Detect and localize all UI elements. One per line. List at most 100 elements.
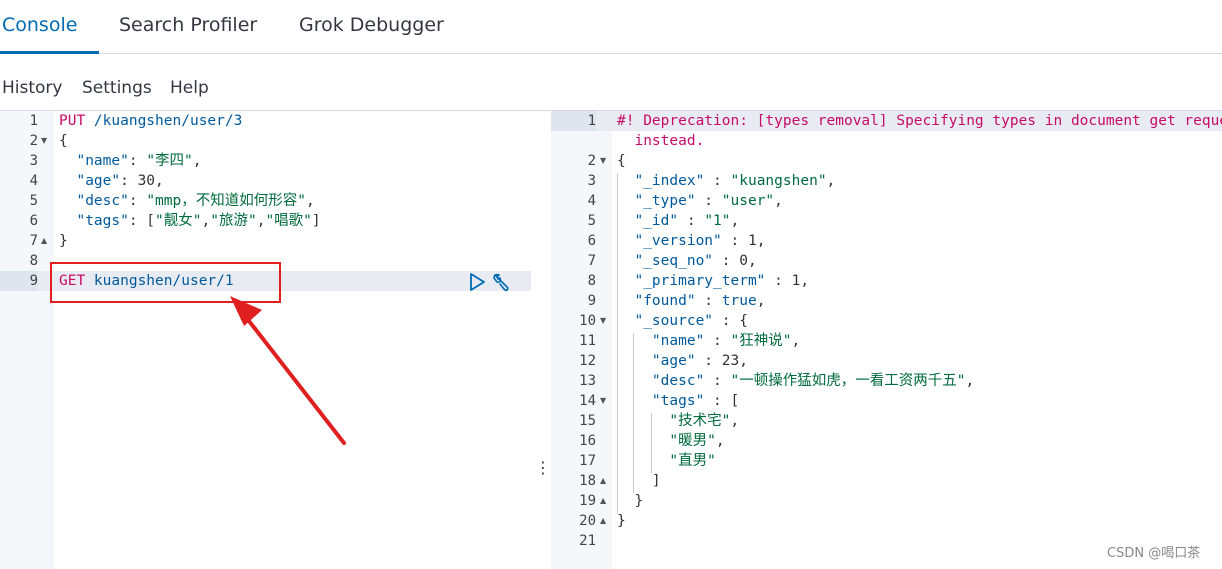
editor-line[interactable]: 7 "_seq_no" : 0,: [551, 251, 1222, 271]
code-token: :: [713, 253, 740, 269]
line-number: 6: [29, 213, 38, 229]
fold-caret-up-icon[interactable]: ▲: [41, 231, 47, 251]
run-request-play-icon[interactable]: [467, 272, 487, 292]
fold-caret-down-icon[interactable]: ▼: [600, 391, 606, 411]
editor-line[interactable]: 2 ▼ {: [551, 151, 1222, 171]
editor-line[interactable]: 14 ▼ "tags" : [: [551, 391, 1222, 411]
line-number: 15: [579, 413, 596, 429]
line-number: 3: [587, 173, 596, 189]
code-token: 30: [137, 173, 156, 189]
code-token: : {: [713, 313, 748, 329]
code-token: : [: [704, 393, 740, 409]
editor-line[interactable]: 5 "desc": "mmp，不知道如何形容",: [0, 191, 531, 211]
code-token: }: [617, 493, 644, 509]
fold-caret-down-icon[interactable]: ▼: [41, 131, 47, 151]
help-link[interactable]: Help: [170, 76, 209, 100]
history-link[interactable]: History: [2, 76, 62, 100]
editor-line[interactable]: 8 "_primary_term" : 1,: [551, 271, 1222, 291]
code-token: #! Deprecation: [types removal] Specifyi…: [617, 113, 1222, 129]
code-token: "_primary_term": [617, 273, 766, 289]
code-token: "desc": [617, 373, 705, 389]
fold-caret-up-icon[interactable]: ▲: [600, 511, 606, 531]
code-token: }: [59, 233, 68, 249]
response-editor[interactable]: 1 #! Deprecation: [types removal] Specify…: [551, 111, 1222, 569]
editor-line[interactable]: 1 #! Deprecation: [types removal] Specify…: [551, 111, 1222, 131]
code-token: "tags": [59, 213, 129, 229]
editor-line[interactable]: 3 "name": "李四",: [0, 151, 531, 171]
code-text: "暖男",: [617, 431, 724, 451]
line-number: 2: [29, 133, 38, 149]
editor-line[interactable]: 17 "直男": [551, 451, 1222, 471]
code-token: 23: [721, 353, 740, 369]
settings-link[interactable]: Settings: [82, 76, 152, 100]
tab-console[interactable]: Console: [2, 12, 77, 38]
code-token: true: [721, 293, 757, 309]
code-token: "_source": [617, 313, 714, 329]
code-token: :: [721, 233, 748, 249]
tab-search-profiler[interactable]: Search Profiler: [119, 12, 257, 38]
line-number: 2: [587, 153, 596, 169]
line-number: [551, 131, 596, 151]
code-token: ,: [155, 173, 164, 189]
editor-line[interactable]: 19 ▲ }: [551, 491, 1222, 511]
line-number: 14: [579, 393, 596, 409]
code-token: "狂神说": [730, 333, 792, 349]
editor-line[interactable]: instead.: [551, 131, 1222, 151]
editor-line[interactable]: 5 "_id" : "1",: [551, 211, 1222, 231]
editor-line[interactable]: 18 ▲ ]: [551, 471, 1222, 491]
code-token: "age": [59, 173, 121, 189]
code-token: "_id": [617, 213, 679, 229]
code-token: ,: [730, 413, 740, 429]
code-token: "李四": [146, 153, 193, 169]
line-number: 21: [579, 533, 596, 549]
line-number: 1: [29, 113, 38, 129]
fold-caret-down-icon[interactable]: ▼: [600, 311, 606, 331]
line-number: 17: [579, 453, 596, 469]
code-token: "_seq_no": [617, 253, 714, 269]
fold-caret-down-icon[interactable]: ▼: [600, 151, 606, 171]
editor-line[interactable]: 12 "age" : 23,: [551, 351, 1222, 371]
fold-caret-up-icon[interactable]: ▲: [600, 491, 606, 511]
line-number: 8: [29, 253, 38, 269]
code-token: "旅游": [210, 213, 257, 229]
fold-caret-up-icon[interactable]: ▲: [600, 471, 606, 491]
code-text: "_type" : "user",: [617, 191, 782, 211]
code-text: instead.: [617, 131, 704, 151]
line-number: 18: [579, 473, 596, 489]
code-token: :: [678, 213, 705, 229]
code-token: {: [617, 153, 626, 169]
editor-line[interactable]: 15 "技术宅",: [551, 411, 1222, 431]
code-token: ,: [305, 193, 315, 209]
editor-line[interactable]: 4 "_type" : "user",: [551, 191, 1222, 211]
editor-line[interactable]: 1 PUT /kuangshen/user/3: [0, 111, 531, 131]
editor-line[interactable]: 6 "_version" : 1,: [551, 231, 1222, 251]
editor-line[interactable]: 13 "desc" : "一顿操作猛如虎，一看工资两千五",: [551, 371, 1222, 391]
line-number: 1: [551, 111, 596, 131]
code-token: "技术宅": [617, 413, 731, 429]
editor-line[interactable]: 2 ▼ {: [0, 131, 531, 151]
editor-line[interactable]: 9 "found" : true,: [551, 291, 1222, 311]
line-number: 4: [29, 173, 38, 189]
annotation-arrow-icon: [230, 296, 346, 445]
line-number: 19: [579, 493, 596, 509]
code-token: "靓女": [155, 213, 202, 229]
editor-line[interactable]: 11 "name" : "狂神说",: [551, 331, 1222, 351]
editor-line[interactable]: 16 "暖男",: [551, 431, 1222, 451]
editor-line[interactable]: 3 "_index" : "kuangshen",: [551, 171, 1222, 191]
editor-line[interactable]: 4 "age": 30,: [0, 171, 531, 191]
line-number: 9: [0, 271, 38, 291]
code-text: "name": "李四",: [59, 151, 201, 171]
editor-line[interactable]: 7 ▲}: [0, 231, 531, 251]
request-options-wrench-icon[interactable]: [491, 272, 511, 292]
code-token: "暖男": [617, 433, 716, 449]
code-token: /kuangshen/user/3: [85, 113, 243, 129]
tab-grok-debugger[interactable]: Grok Debugger: [299, 12, 444, 38]
code-text: "found" : true,: [617, 291, 765, 311]
code-token: "_type": [617, 193, 696, 209]
editor-line[interactable]: 6 "tags": ["靓女","旅游","唱歌"]: [0, 211, 531, 231]
editor-line[interactable]: 10 ▼ "_source" : {: [551, 311, 1222, 331]
editor-line[interactable]: 20 ▲}: [551, 511, 1222, 531]
pane-resizer-handle[interactable]: ⋮: [535, 458, 551, 478]
code-token: ]: [311, 213, 321, 229]
code-token: :: [695, 193, 722, 209]
